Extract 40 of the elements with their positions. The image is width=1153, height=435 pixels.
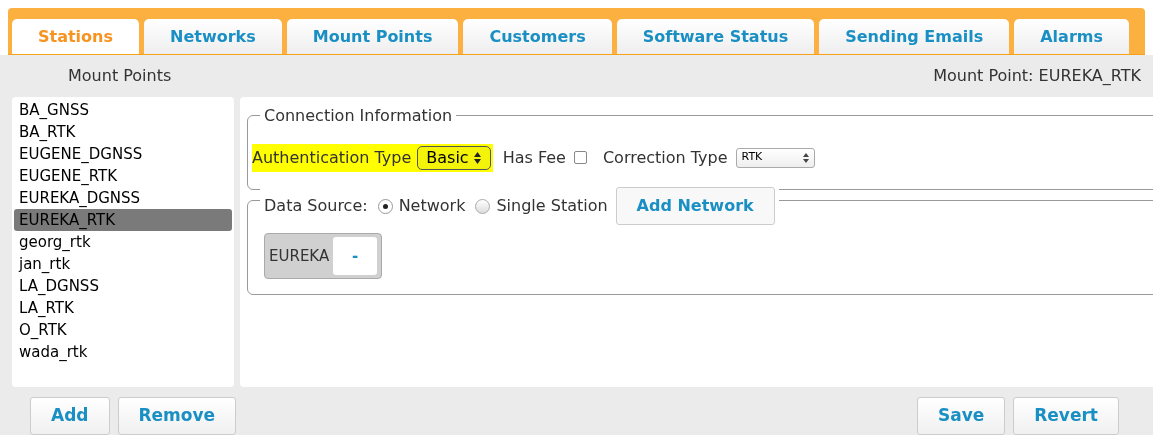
tab[interactable]: Software Status <box>616 19 815 54</box>
radio-button[interactable] <box>377 198 393 214</box>
tab[interactable]: Alarms <box>1014 19 1129 54</box>
action-button[interactable]: Add <box>30 397 110 435</box>
mount-point-item[interactable]: EUREKA_DGNSS <box>14 187 232 209</box>
tab[interactable]: Mount Points <box>286 19 459 54</box>
mount-point-item[interactable]: EUGENE_DGNSS <box>14 143 232 165</box>
mount-point-item[interactable]: georg_rtk <box>14 231 232 253</box>
mount-point-item[interactable]: EUGENE_RTK <box>14 165 232 187</box>
field-label: Correction Type <box>602 146 728 169</box>
mount-point-item[interactable]: LA_RTK <box>14 297 232 319</box>
mount-point-item[interactable]: BA_GNSS <box>14 99 232 121</box>
tab[interactable]: Sending Emails <box>819 19 1010 54</box>
mount-point-item[interactable]: O_RTK <box>14 319 232 341</box>
authentication-dropdown[interactable]: Basic <box>417 145 491 170</box>
action-button[interactable]: Revert <box>1013 397 1119 435</box>
mount-point-item[interactable]: EUREKA_RTK <box>14 209 232 231</box>
group-legend: Data Source: <box>264 194 368 218</box>
has-fee-checkbox[interactable] <box>573 151 587 164</box>
tab[interactable]: Customers <box>463 19 612 54</box>
mount-point-item[interactable]: wada_rtk <box>14 341 232 363</box>
updown-arrows-icon <box>472 150 482 165</box>
network-name: EUREKA <box>269 245 330 267</box>
mount-point-item[interactable]: LA_DGNSS <box>14 275 232 297</box>
updown-arrows-icon <box>802 152 809 163</box>
remove-network-button[interactable]: - <box>333 237 378 275</box>
action-button[interactable]: Save <box>916 397 1006 435</box>
correction-type-dropdown[interactable]: RTK <box>735 147 815 168</box>
mount-point-title: Mount Point: EUREKA_RTK <box>933 65 1141 87</box>
add-network-button[interactable]: Add Network <box>615 187 775 225</box>
mount-point-item[interactable]: jan_rtk <box>14 253 232 275</box>
field-label: Has Fee <box>502 146 566 169</box>
action-button[interactable]: Remove <box>117 397 237 435</box>
mount-point-item[interactable]: BA_RTK <box>14 121 232 143</box>
radio-label: Single Station <box>496 195 608 217</box>
radio-label: Network <box>398 195 466 217</box>
field-label: Authentication Type <box>252 146 412 169</box>
panel-heading: Mount Points <box>68 65 172 87</box>
radio-button[interactable] <box>475 198 491 214</box>
tab[interactable]: Networks <box>144 19 282 54</box>
